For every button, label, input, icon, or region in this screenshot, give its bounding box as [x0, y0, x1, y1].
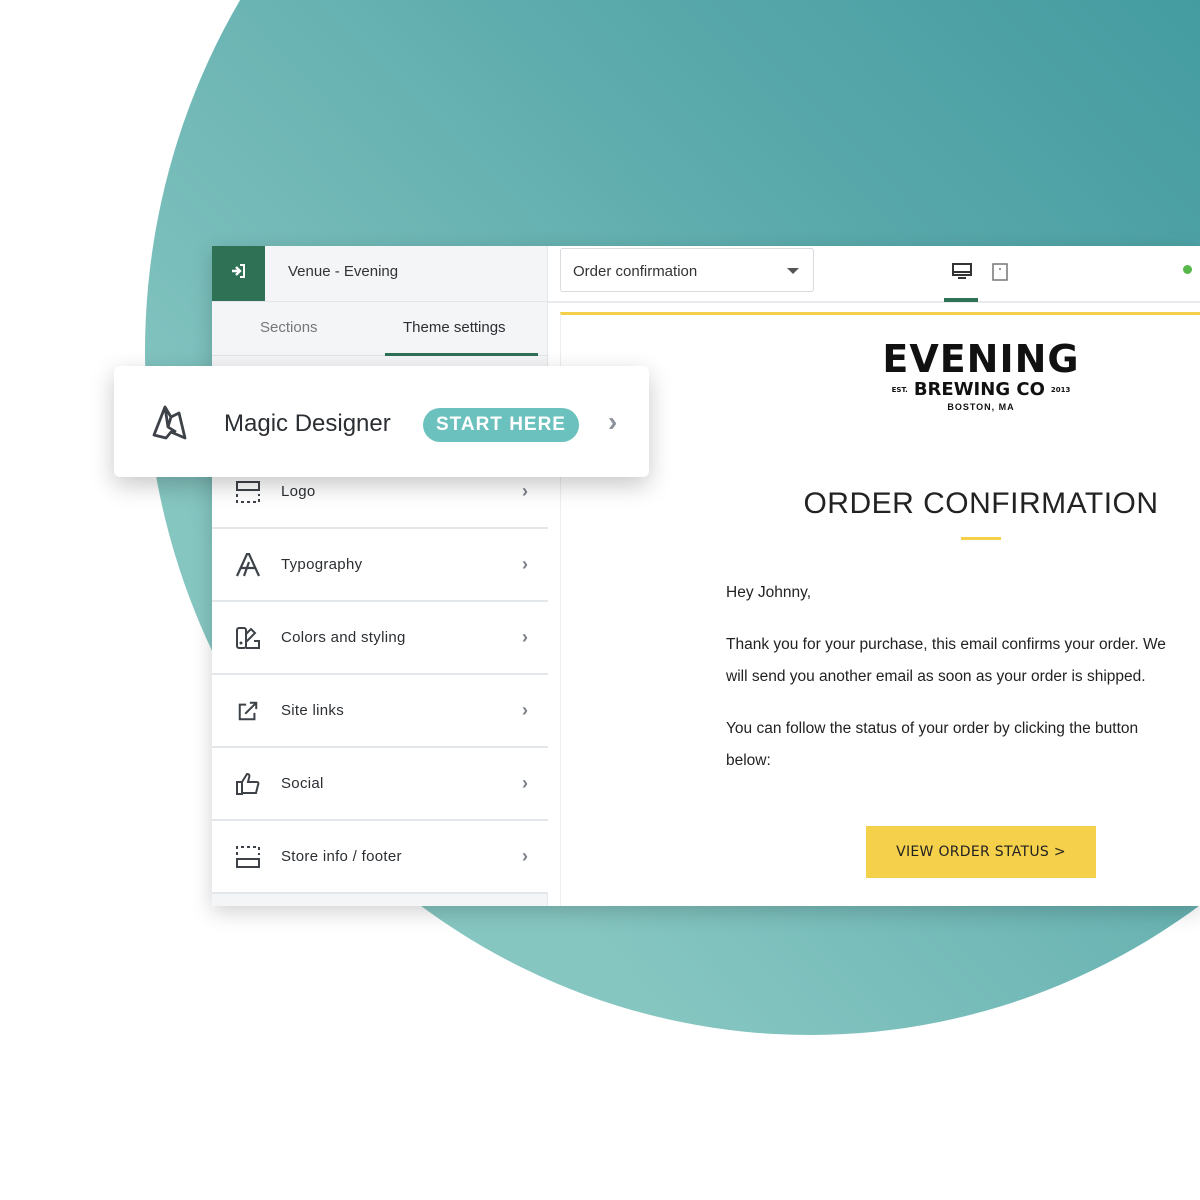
mobile-view-icon[interactable]: [992, 263, 1008, 286]
sidebar-tabs: Sections Theme settings: [212, 301, 548, 356]
sidebar: Venue - Evening Sections Theme settings …: [212, 246, 548, 906]
settings-item-label: Site links: [281, 702, 345, 719]
greeting: Hey Johnny,: [726, 584, 812, 601]
theme-name: Venue - Evening: [288, 263, 399, 280]
status-dot: [1183, 265, 1192, 274]
magic-designer-icon: [150, 402, 190, 447]
exit-icon: [231, 263, 247, 284]
settings-item-typography[interactable]: Typography ›: [212, 529, 548, 602]
chevron-right-icon: ›: [522, 700, 528, 720]
chevron-right-icon: ›: [522, 846, 528, 866]
preview-area: Order confirmation EVENING EST. BREWING C…: [548, 246, 1200, 906]
settings-item-label: Social: [281, 775, 324, 792]
logo-city: BOSTON, MA: [947, 402, 1015, 412]
settings-list: Logo › Typography › Colors and styling › Si…: [212, 456, 548, 894]
thumbs-up-icon: [234, 772, 262, 796]
desktop-view-icon[interactable]: [952, 263, 972, 286]
chevron-right-icon: ›: [522, 773, 528, 793]
brand-logo: EVENING EST. BREWING CO 2013 BOSTON, MA: [866, 337, 1096, 412]
settings-item-label: Colors and styling: [281, 629, 406, 646]
editor-window: Venue - Evening Sections Theme settings …: [212, 246, 1200, 906]
email-body: Hey Johnny, Thank you for your purchase,…: [726, 577, 1186, 797]
heading-underline: [961, 537, 1001, 540]
palette-icon: [234, 626, 262, 650]
body-paragraph: Thank you for your purchase, this email …: [726, 636, 1166, 685]
typography-icon: [234, 552, 262, 577]
settings-item-footer[interactable]: Store info / footer ›: [212, 821, 548, 894]
logo-layout-icon: [234, 480, 262, 504]
view-order-status-button[interactable]: VIEW ORDER STATUS >: [866, 826, 1096, 878]
preview-toolbar: Order confirmation: [548, 246, 1200, 303]
email-heading: ORDER CONFIRMATION: [803, 487, 1159, 520]
start-here-badge: START HERE: [423, 408, 579, 442]
chevron-right-icon: ›: [522, 481, 528, 501]
body-paragraph: You can follow the status of your order …: [726, 720, 1139, 769]
logo-sub: BREWING CO: [913, 379, 1045, 400]
chevron-right-icon: ›: [608, 406, 618, 437]
active-view-indicator: [944, 298, 978, 302]
chevron-right-icon: ›: [522, 627, 528, 647]
magic-designer-title: Magic Designer: [224, 410, 391, 437]
settings-item-label: Typography: [281, 556, 363, 573]
logo-main: EVENING: [882, 337, 1080, 381]
settings-item-colors[interactable]: Colors and styling ›: [212, 602, 548, 675]
exit-button[interactable]: [212, 246, 265, 301]
footer-layout-icon: [234, 845, 262, 869]
settings-item-label: Logo: [281, 483, 316, 500]
template-select-value: Order confirmation: [573, 263, 698, 280]
settings-item-label: Store info / footer: [281, 848, 402, 865]
magic-designer-card[interactable]: Magic Designer START HERE ›: [114, 366, 649, 477]
settings-item-site-links[interactable]: Site links ›: [212, 675, 548, 748]
logo-est: EST.: [891, 386, 908, 394]
logo-year: 2013: [1050, 386, 1071, 394]
external-link-icon: [234, 700, 262, 722]
chevron-right-icon: ›: [522, 554, 528, 574]
caret-down-icon: [787, 268, 799, 274]
tab-theme-settings[interactable]: Theme settings: [403, 319, 506, 336]
template-select[interactable]: Order confirmation: [560, 248, 814, 292]
settings-item-social[interactable]: Social ›: [212, 748, 548, 821]
email-preview: EVENING EST. BREWING CO 2013 BOSTON, MA OR…: [560, 312, 1200, 906]
active-tab-indicator: [385, 353, 538, 356]
tab-sections[interactable]: Sections: [260, 319, 318, 336]
